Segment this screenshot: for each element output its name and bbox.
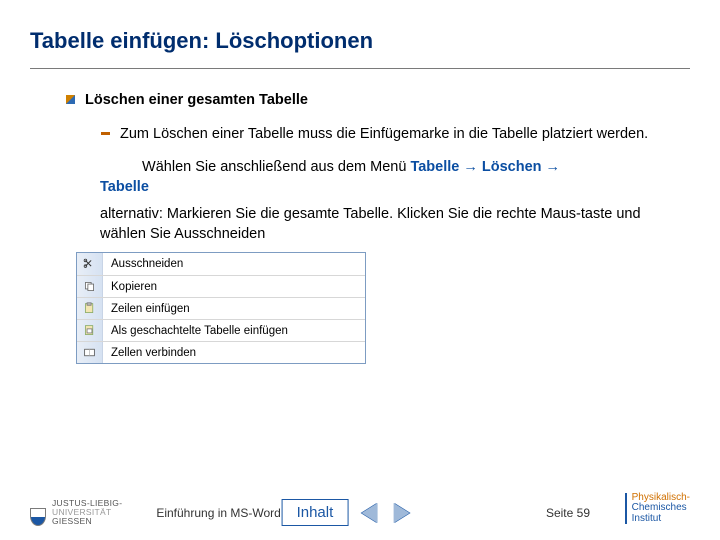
menu-item-label: Ausschneiden: [103, 258, 183, 270]
alternative-text: alternativ: Markieren Sie die gesamte Ta…: [100, 205, 690, 244]
divider: [30, 68, 690, 69]
slide-footer: JUSTUS-LIEBIG- UNIVERSITÄT GIESSEN Einfü…: [0, 499, 720, 526]
menu-item-kopieren[interactable]: Kopieren: [77, 275, 365, 297]
merge-cells-icon: [83, 346, 96, 359]
bullet-level2: Zum Löschen einer Tabelle muss die Einfü…: [100, 125, 690, 145]
heading-text: Löschen einer gesamten Tabelle: [85, 91, 308, 111]
bullet-level1: Löschen einer gesamten Tabelle: [66, 91, 690, 111]
square-bullet-icon: [66, 95, 75, 104]
triangle-right-icon: [393, 503, 409, 523]
university-logo: JUSTUS-LIEBIG- UNIVERSITÄT GIESSEN: [30, 499, 122, 526]
next-slide-button[interactable]: [390, 502, 412, 524]
menu-hint: Wählen Sie anschließend aus dem Menü Tab…: [100, 158, 690, 197]
menu-item-zellen-verbinden[interactable]: Zellen verbinden: [77, 341, 365, 363]
menu-item-label: Zeilen einfügen: [103, 303, 190, 315]
paste-nested-icon: [83, 324, 96, 337]
copy-icon: [83, 280, 96, 293]
slide-title: Tabelle einfügen: Löschoptionen: [30, 28, 690, 54]
context-menu: Ausschneiden Kopieren Zeilen einfügen Al…: [76, 252, 366, 364]
menu-item-label: Kopieren: [103, 281, 157, 293]
scissors-icon: [83, 258, 96, 271]
page-number: Seite 59: [546, 506, 590, 520]
prev-slide-button[interactable]: [358, 502, 380, 524]
paste-row-icon: [83, 302, 96, 315]
institute-logo: Physikalisch- Chemisches Institut: [625, 493, 690, 525]
toc-button[interactable]: Inhalt: [282, 499, 349, 526]
menu-item-label: Zellen verbinden: [103, 347, 196, 359]
menu-item-label: Als geschachtelte Tabelle einfügen: [103, 325, 288, 337]
dash-bullet-icon: [100, 129, 110, 139]
menu-item-zeilen-einfuegen[interactable]: Zeilen einfügen: [77, 297, 365, 319]
menu-item-geschachtelt[interactable]: Als geschachtelte Tabelle einfügen: [77, 319, 365, 341]
menu-item-ausschneiden[interactable]: Ausschneiden: [77, 253, 365, 275]
triangle-left-icon: [361, 503, 377, 523]
crest-icon: [30, 508, 46, 526]
sub1-text: Zum Löschen einer Tabelle muss die Einfü…: [120, 125, 648, 145]
